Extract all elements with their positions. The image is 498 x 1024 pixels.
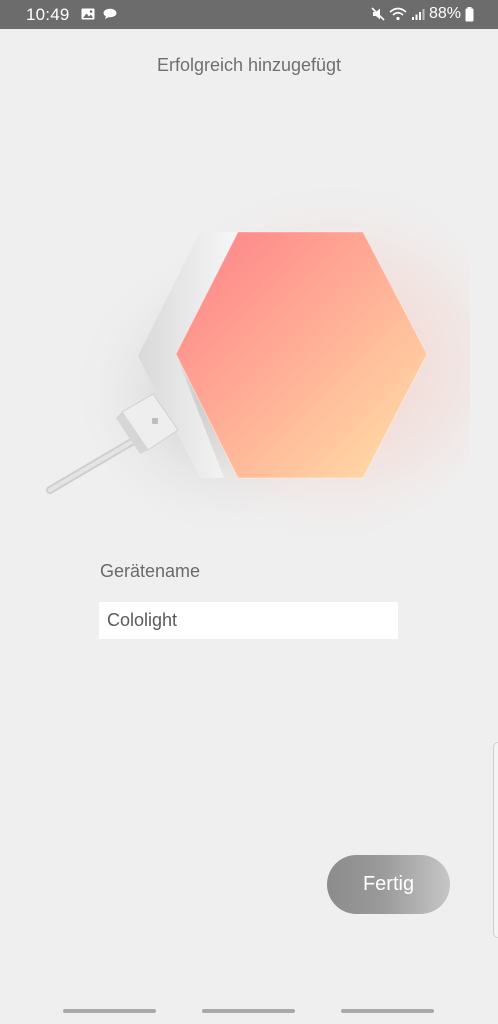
nav-pill-center[interactable] (202, 1009, 295, 1013)
mute-icon (371, 7, 385, 21)
done-button[interactable]: Fertig (327, 855, 450, 914)
signal-icon (411, 7, 425, 21)
nav-pill-left[interactable] (63, 1009, 156, 1013)
message-notification-icon (103, 7, 117, 25)
image-notification-icon (81, 7, 95, 25)
navigation-bar (0, 1000, 498, 1024)
status-bar: 10:49 88% (0, 0, 498, 29)
device-name-input[interactable] (99, 602, 398, 639)
nav-pill-right[interactable] (341, 1009, 434, 1013)
edge-panel-handle[interactable] (493, 742, 498, 938)
status-right: 88% (371, 5, 474, 23)
wifi-icon (389, 7, 407, 21)
page-title: Erfolgreich hinzugefügt (156, 55, 342, 75)
battery-percentage: 88% (428, 5, 461, 22)
device-image (40, 150, 498, 550)
status-left-icons (81, 7, 117, 25)
battery-icon (465, 6, 474, 22)
device-name-label: Gerätename (100, 561, 201, 581)
status-time: 10:49 (26, 5, 70, 24)
